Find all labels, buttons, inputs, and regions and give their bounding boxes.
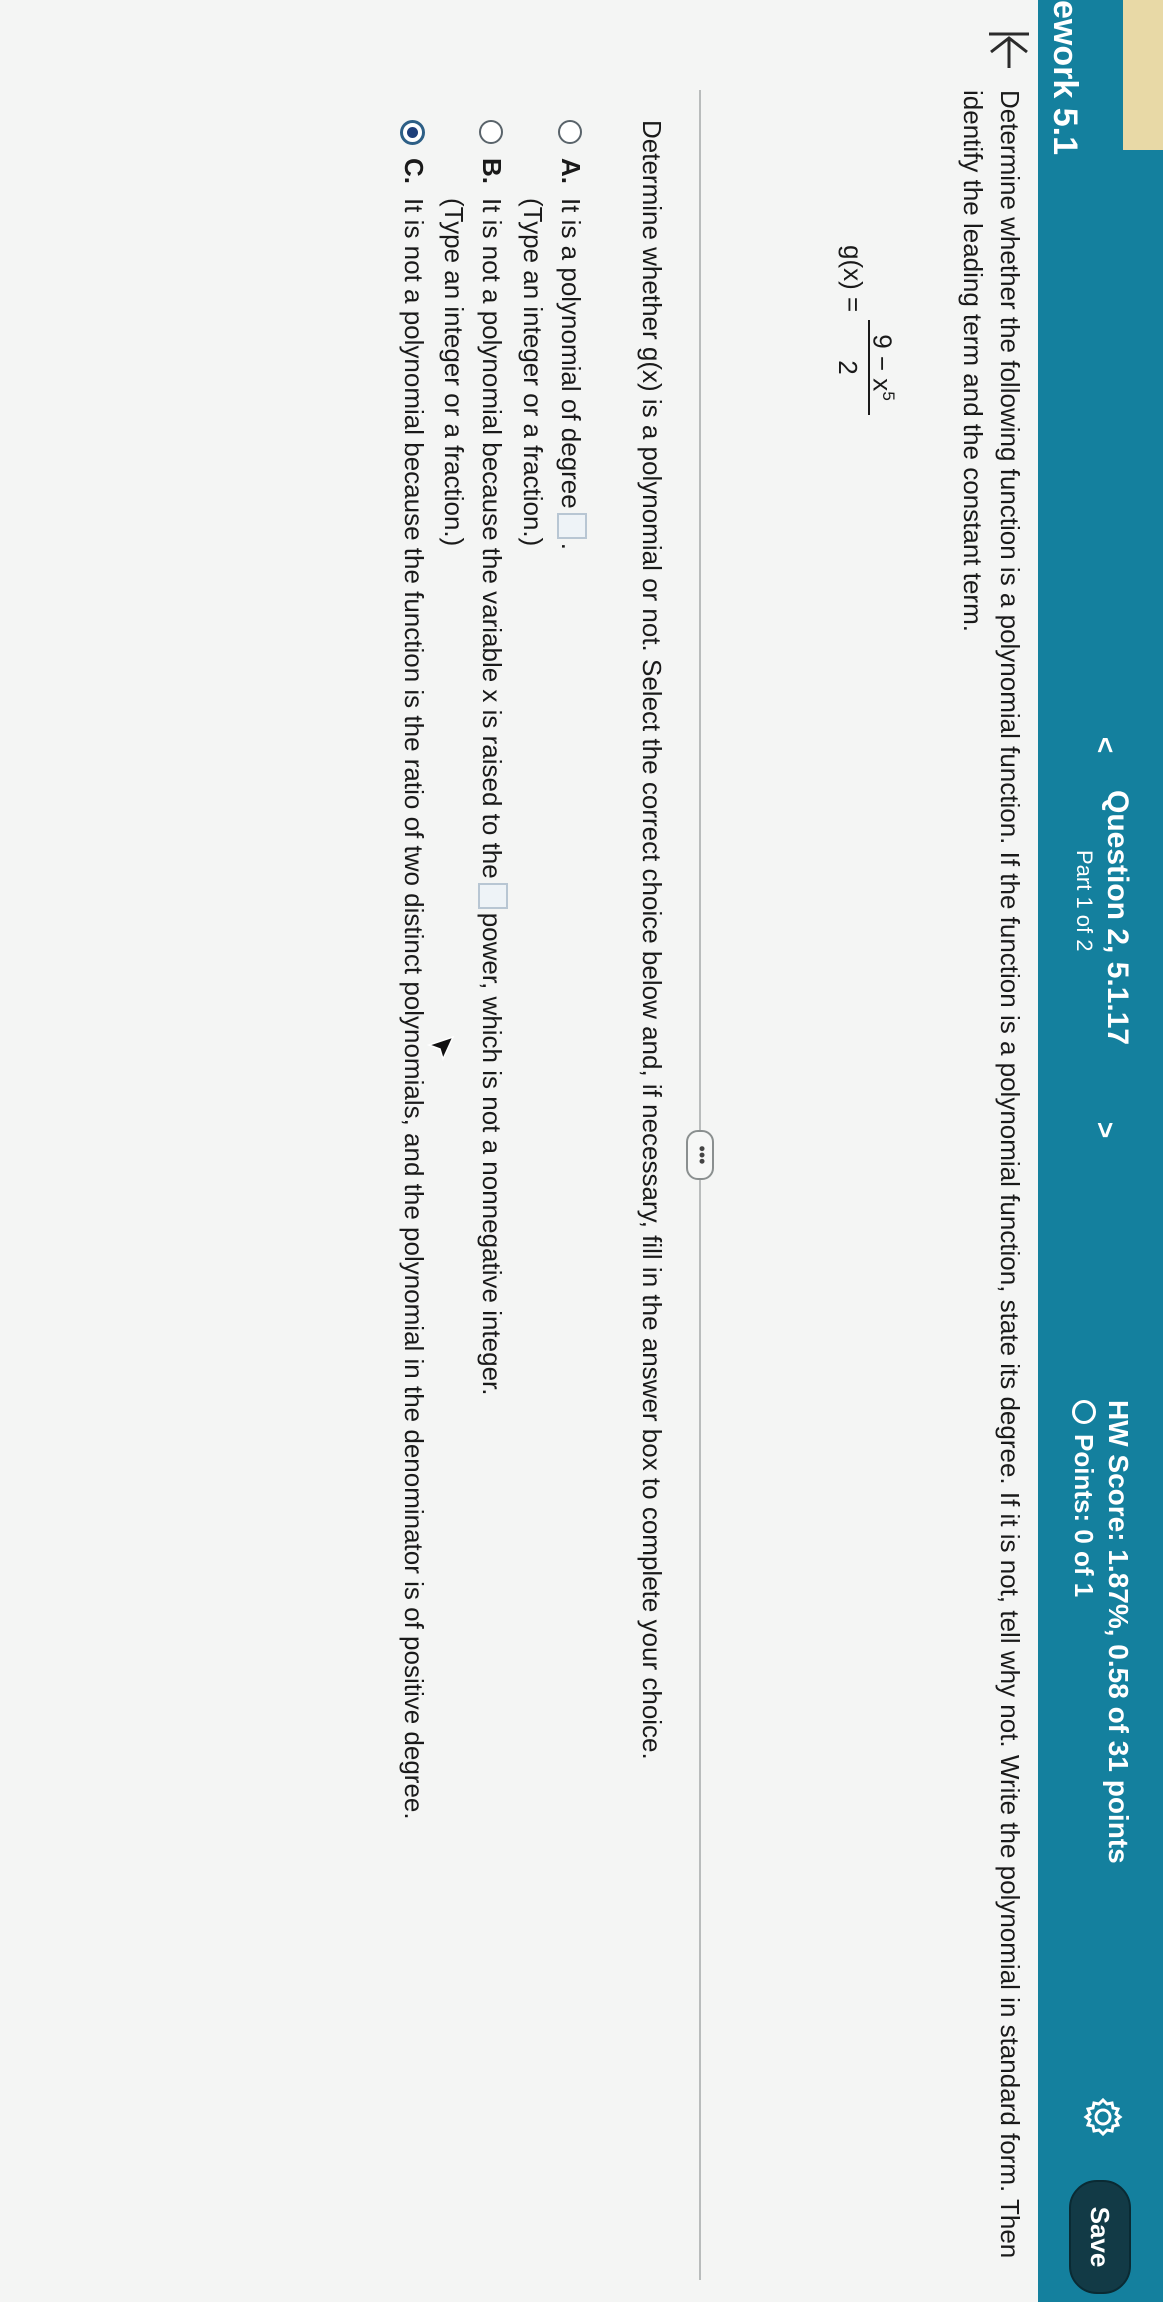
choice-b-letter: B. [477,158,507,184]
fraction-denominator: 2 [833,360,863,375]
points-status-icon [1072,1400,1096,1424]
section-divider [699,90,701,2280]
choice-a-text: It is a polynomial of degree. [552,198,589,550]
fraction-numerator: 9 − x5 [867,320,908,415]
choice-a-hint: (Type an integer or a fraction.) [518,198,548,547]
mouse-pointer-icon [426,1035,455,1062]
choice-c-text: It is not a polynomial because the funct… [399,198,429,1820]
back-to-list-icon[interactable] [983,28,1035,72]
points-text: Points: 0 of 1 [1069,1434,1099,1598]
expand-more-button[interactable]: ••• [686,1130,714,1180]
hw-score: HW Score: 1.87%, 0.58 of 31 points [1103,1400,1134,1864]
numerator-text: 9 − x [867,334,898,392]
save-button[interactable]: Save [1069,2180,1131,2294]
function-name: g(x) = [838,245,868,313]
problem-prompt: Determine whether the following function… [958,90,1025,2259]
points-status: Points: 0 of 1 [1069,1400,1099,1800]
choice-b-text-before: It is not a polynomial because the varia… [477,198,507,879]
choice-b-text-after: power, which is not a nonnegative intege… [477,912,507,1396]
assignment-title: ework 5.1 [1046,0,1084,155]
fraction: 9 − x5 2 [832,320,908,415]
homework-tab-accent [1123,0,1163,150]
question-part: Part 1 of 2 [1072,850,1097,952]
choice-a-answer-box[interactable] [557,512,587,539]
choice-b-answer-box[interactable] [478,882,508,909]
page: ework 5.1 < Question 2, 5.1.17 Part 1 of… [0,0,1163,2302]
choice-b-hint: (Type an integer or a fraction.) [439,198,469,547]
choice-a-letter: A. [556,158,586,184]
choice-a-radio[interactable] [558,120,582,144]
previous-question-button[interactable]: < [1085,725,1125,765]
header-bar: ework 5.1 < Question 2, 5.1.17 Part 1 of… [1038,0,1163,2302]
numerator-exponent: 5 [879,391,898,401]
question-title: Question 2, 5.1.17 [1101,790,1134,1046]
choice-a-text-after: . [556,542,586,550]
choice-b-radio[interactable] [479,120,503,144]
gear-icon[interactable] [1081,2095,1125,2139]
choice-a-text-before: It is a polynomial of degree [556,198,586,509]
question-instruction: Determine whether g(x) is a polynomial o… [637,120,667,1760]
choice-b-text: It is not a polynomial because the varia… [473,198,510,1395]
next-question-button[interactable]: > [1085,1110,1125,1150]
choice-c-letter: C. [399,158,429,184]
choice-c-radio[interactable] [400,120,425,145]
function-expression: g(x) = 9 − x5 2 [788,245,908,445]
